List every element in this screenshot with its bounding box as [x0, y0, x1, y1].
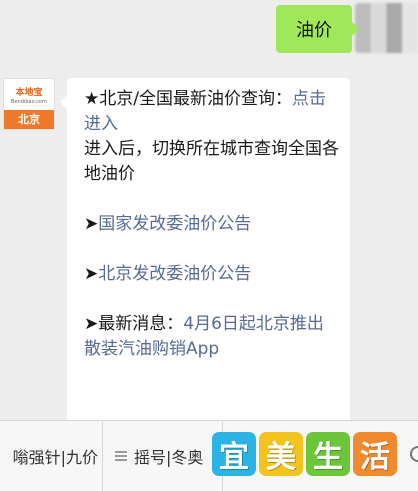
watermark-char: 美 [259, 432, 303, 476]
menu-item-label: 嗡强针|九价 [12, 448, 98, 467]
menu-item-vaccine[interactable]: 嗡强针|九价 [0, 421, 103, 491]
sender-brand: 本地宝 [15, 88, 43, 98]
beijing-announcement-item: ➤北京发改委油价公告 [84, 262, 340, 287]
sender-city: 北京 [4, 110, 54, 129]
query-colon: ： [274, 89, 292, 109]
outgoing-message-text: 油价 [296, 20, 332, 41]
outgoing-message-bubble[interactable]: 油价 [276, 5, 359, 53]
beijing-announcement-link[interactable]: 北京发改委油价公告 [98, 264, 251, 284]
sender-avatar[interactable]: 本地宝 Bendibao.com 北京 [3, 78, 55, 130]
query-title: ★北京/全国最新油价查询 [84, 89, 275, 109]
sender-domain: Bendibao.com [11, 99, 47, 105]
ndrc-announcement-item: ➤国家发改委油价公告 [84, 212, 340, 237]
menu-item-lottery[interactable]: 摇号|冬奥 [103, 421, 223, 491]
message-paragraph-query: ★北京/全国最新油价查询：点击进入 [84, 87, 340, 137]
incoming-message-bubble: ★北京/全国最新油价查询：点击进入 进入后，切换所在城市查询全国各地油价 ➤国家… [60, 78, 350, 426]
message-instructions: 进入后，切换所在城市查询全国各地油价 [84, 139, 339, 184]
watermark-char: 活 [353, 432, 397, 476]
arrow-bullet-icon: ➤ [84, 264, 99, 284]
latest-news-label: 最新消息： [98, 314, 184, 334]
user-avatar[interactable] [355, 3, 418, 53]
menu-list-icon [115, 451, 127, 461]
arrow-bullet-icon: ➤ [84, 314, 99, 334]
arrow-bullet-icon: ➤ [84, 214, 99, 234]
latest-news-item: ➤最新消息：4月6日起北京推出散装汽油购销App [84, 312, 340, 362]
menu-item-label: 摇号|冬奥 [134, 448, 204, 467]
watermark: 宜 美 生 活 [212, 432, 397, 476]
watermark-char: 生 [306, 432, 350, 476]
sender-logo: 本地宝 Bendibao.com [4, 79, 54, 111]
watermark-char: 宜 [212, 432, 256, 476]
chat-area: 油价 本地宝 Bendibao.com 北京 ★北京/全国最新油价查询：点击进入… [0, 0, 418, 426]
ndrc-announcement-link[interactable]: 国家发改委油价公告 [98, 214, 251, 234]
